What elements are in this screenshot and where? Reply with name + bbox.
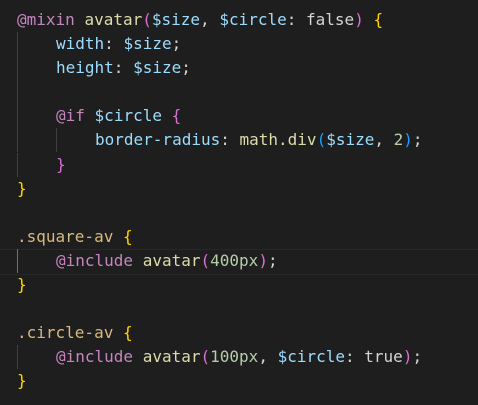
code-line[interactable]: } [17, 369, 423, 393]
code-token: , [374, 130, 394, 150]
code-line[interactable]: } [17, 177, 423, 201]
code-line[interactable] [17, 80, 423, 105]
code-token: avatar [142, 250, 201, 270]
code-token: avatar [142, 347, 201, 367]
code-token: 100px [210, 347, 259, 367]
code-editor[interactable]: @mixin avatar($size, $circle: false) {wi… [0, 0, 478, 405]
indent [17, 80, 56, 105]
code-line[interactable]: height: $size; [17, 56, 423, 81]
code-token: } [56, 154, 66, 174]
indent [56, 128, 95, 153]
code-line[interactable] [17, 297, 423, 321]
code-token: ( [200, 250, 211, 270]
code-token: @if [56, 106, 85, 126]
code-token: avatar [84, 10, 143, 29]
code-token: height [56, 58, 114, 78]
code-token: } [17, 178, 27, 198]
indent-guide [17, 248, 18, 273]
indent-guide [56, 128, 57, 153]
code-token: { [373, 10, 384, 29]
indent [17, 128, 56, 153]
indent-guide [17, 80, 18, 105]
code-line[interactable] [17, 201, 423, 225]
indent-guide [17, 56, 18, 81]
code-token: false [306, 10, 355, 29]
indent [17, 56, 56, 81]
code-token: { [122, 323, 133, 343]
code-token: : [104, 34, 124, 54]
code-token: ) [258, 250, 268, 270]
indent [17, 152, 56, 177]
code-line[interactable]: } [17, 273, 423, 297]
indent-guide [17, 345, 18, 370]
code-content[interactable]: @mixin avatar($size, $circle: false) {wi… [17, 8, 423, 394]
code-token: } [17, 371, 27, 391]
code-token: : [286, 10, 307, 29]
code-token: ) [403, 130, 413, 150]
code-token: .square-av [17, 226, 114, 246]
code-token: { [171, 106, 182, 126]
code-token: : [113, 58, 134, 78]
code-token: ; [181, 58, 191, 78]
code-token: ; [412, 130, 423, 150]
indent-guide [17, 128, 18, 153]
code-token: ; [412, 347, 423, 367]
code-token: : [345, 347, 365, 367]
indent [17, 345, 56, 370]
code-token: $size [326, 130, 375, 150]
code-token: 2 [393, 130, 404, 150]
indent-guide [17, 152, 18, 177]
indent [17, 32, 56, 57]
code-token: ( [142, 10, 152, 29]
code-token: $circle [277, 347, 346, 367]
code-token: $circle [94, 106, 162, 126]
indent [17, 248, 56, 273]
code-token: .circle-av [17, 323, 114, 343]
code-token: ; [171, 34, 182, 54]
code-token: math.div [239, 130, 317, 150]
code-token: ( [316, 130, 327, 150]
code-token: true [364, 347, 403, 367]
code-line[interactable]: .square-av { [17, 225, 423, 249]
code-token: , [258, 347, 278, 367]
code-token: : [220, 130, 240, 150]
code-token: width [56, 34, 105, 54]
code-line[interactable]: border-radius: math.div($size, 2); [17, 128, 423, 153]
code-token: border-radius [95, 130, 221, 150]
code-token: @mixin [17, 10, 75, 29]
code-token: $size [123, 34, 172, 54]
code-token: @include [56, 250, 134, 270]
code-token: $circle [219, 10, 287, 29]
indent-guide [17, 32, 18, 57]
code-token: } [17, 275, 27, 295]
code-line[interactable]: @include avatar(100px, $circle: true); [17, 345, 423, 370]
code-line[interactable]: @if $circle { [17, 104, 423, 129]
code-token: , [200, 10, 220, 29]
code-line[interactable]: @mixin avatar($size, $circle: false) { [17, 8, 423, 32]
code-token: ; [267, 250, 278, 270]
code-token: 400px [210, 250, 259, 270]
code-line[interactable]: width: $size; [17, 32, 423, 57]
code-token: ) [354, 10, 364, 29]
code-token: $size [151, 10, 201, 29]
indent [17, 104, 56, 129]
code-token: $size [133, 58, 182, 78]
code-line[interactable]: } [17, 152, 423, 177]
code-token: @include [56, 347, 134, 367]
indent-guide [17, 104, 18, 129]
code-line[interactable]: .circle-av { [17, 321, 423, 345]
code-line[interactable]: @include avatar(400px); [17, 248, 423, 273]
code-token: ) [402, 347, 413, 367]
code-token: { [122, 226, 133, 246]
code-token: ( [200, 347, 211, 367]
